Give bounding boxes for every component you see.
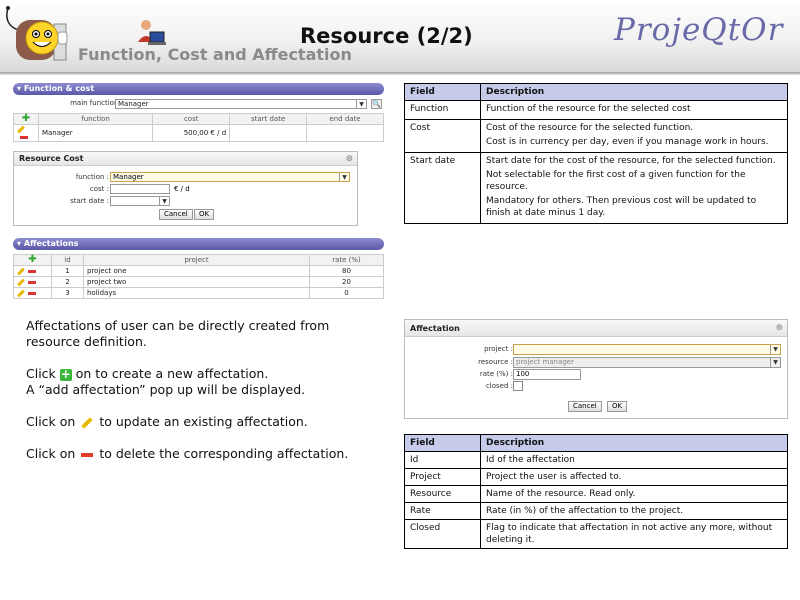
chevron-down-icon: ▼ — [770, 345, 780, 354]
table-row: Cost Cost of the resource for the select… — [404, 119, 788, 153]
start-date-input[interactable]: ▼ — [110, 196, 170, 206]
edit-pencil-icon[interactable] — [17, 289, 25, 297]
project-select[interactable]: ▼ — [513, 344, 781, 355]
function-cost-panel-header[interactable]: ▾ Function & cost — [13, 83, 384, 95]
plus-icon: ✚ — [21, 113, 31, 124]
ok-button[interactable]: OK — [194, 209, 215, 220]
edit-pencil-icon[interactable] — [17, 278, 25, 286]
cost-input[interactable] — [110, 184, 170, 194]
slide: Resource (2/2) Function, Cost and Affect… — [0, 0, 800, 600]
user-computer-icon — [138, 20, 166, 45]
table-row: Rate Rate (in %) of the affectation to t… — [404, 502, 788, 520]
main-function-select[interactable]: Manager ▼ — [115, 99, 367, 109]
affectations-panel: ▾ Affectations ✚ id project rate (%) 1 p… — [13, 238, 384, 299]
close-icon[interactable]: ⊗ — [775, 320, 783, 337]
table-row: Manager 500,00 € / d — [13, 124, 384, 142]
affectations-panel-header[interactable]: ▾ Affectations — [13, 238, 384, 250]
table-row: Closed Flag to indicate that affectation… — [404, 519, 788, 549]
table-row: 2 project two 20 — [13, 276, 384, 288]
table-row: Id Id of the affectation — [404, 451, 788, 469]
function-select[interactable]: Manager ▼ — [110, 172, 350, 182]
plus-icon: + — [59, 366, 72, 381]
cancel-button[interactable]: Cancel — [159, 209, 193, 220]
page-subtitle: Function, Cost and Affectation — [78, 45, 352, 64]
delete-minus-icon[interactable] — [20, 135, 28, 139]
brand-logo-text: ProjeQtOr — [614, 12, 784, 48]
table-row: 3 holidays 0 — [13, 287, 384, 299]
table-row: Resource Name of the resource. Read only… — [404, 485, 788, 503]
resource-cost-dialog: Resource Cost ⊗ function : Manager ▼ cost… — [13, 151, 358, 226]
mascot-logo-icon — [6, 6, 68, 61]
affectation-field-table: Field Description Id Id of the affectati… — [404, 434, 788, 549]
close-icon[interactable]: ⊗ — [345, 152, 353, 166]
pencil-icon — [81, 416, 93, 429]
instructions-text: Affectations of user can be directly cre… — [26, 318, 349, 461]
search-icon[interactable]: 🔍 — [371, 99, 382, 109]
chevron-down-icon: ▼ — [356, 100, 366, 108]
closed-checkbox[interactable] — [513, 381, 523, 391]
plus-icon: ✚ — [28, 254, 37, 265]
resource-select[interactable]: project manager ▼ — [513, 357, 781, 368]
header-divider — [0, 72, 800, 75]
table-row: Project Project the user is affected to. — [404, 468, 788, 486]
add-function-cost-button[interactable]: ✚ — [13, 113, 39, 125]
table-row: Start date Start date for the cost of th… — [404, 152, 788, 224]
table-row: 1 project one 80 — [13, 265, 384, 277]
function-cost-field-table: Field Description Function Function of t… — [404, 83, 788, 224]
rate-input[interactable]: 100 — [513, 369, 581, 380]
affectation-dialog: Affectation ⊗ project : ▼ resource : proj… — [404, 319, 788, 419]
delete-minus-icon[interactable] — [28, 280, 36, 284]
delete-minus-icon[interactable] — [28, 269, 36, 273]
edit-pencil-icon[interactable] — [17, 125, 25, 133]
affectation-dialog-title: Affectation — [410, 324, 460, 333]
affectations-table: ✚ id project rate (%) 1 project one 80 2… — [13, 254, 384, 299]
edit-pencil-icon[interactable] — [17, 267, 25, 275]
main-function-label: main function : — [70, 99, 123, 107]
chevron-down-icon: ▼ — [339, 173, 349, 181]
add-affectation-button[interactable]: ✚ — [13, 254, 52, 266]
cancel-button[interactable]: Cancel — [568, 401, 602, 412]
minus-icon — [81, 452, 94, 457]
function-cost-panel: ▾ Function & cost main function : Manage… — [13, 83, 384, 142]
function-cost-table: ✚ function cost start date end date Mana… — [13, 113, 384, 142]
resource-cost-dialog-title: Resource Cost — [19, 154, 84, 163]
ok-button[interactable]: OK — [607, 401, 628, 412]
delete-minus-icon[interactable] — [28, 291, 36, 295]
chevron-down-icon: ▼ — [770, 358, 780, 367]
chevron-down-icon: ▼ — [159, 197, 169, 205]
table-row: Function Function of the resource for th… — [404, 100, 788, 120]
